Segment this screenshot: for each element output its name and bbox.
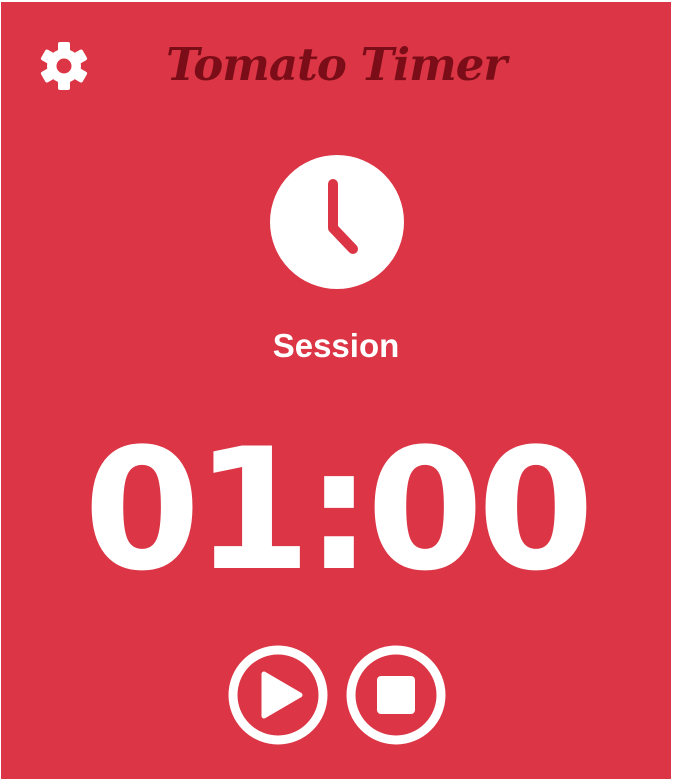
time-display: 01:00 <box>83 412 595 608</box>
clock-icon <box>270 155 404 289</box>
timer-controls <box>1 644 671 746</box>
play-button[interactable] <box>227 644 329 746</box>
stop-icon <box>346 645 446 745</box>
stop-button[interactable] <box>345 644 447 746</box>
mode-label: Session <box>272 327 400 364</box>
play-icon <box>228 645 328 745</box>
mode-indicator <box>269 154 405 290</box>
timer-app: Tomato Timer Session 01:00 <box>1 2 671 779</box>
app-title: Tomato Timer <box>165 38 507 91</box>
